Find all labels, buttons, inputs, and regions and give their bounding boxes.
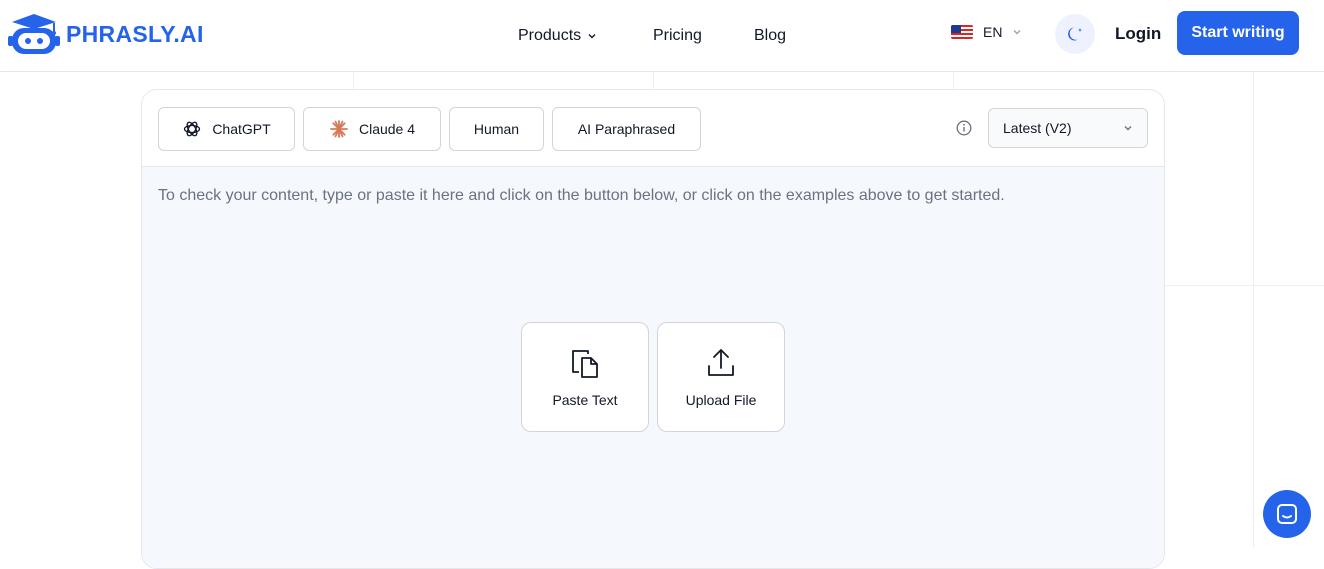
brand-name: PHRASLY.AI — [66, 21, 204, 48]
version-select[interactable]: Latest (V2) — [988, 108, 1148, 148]
language-code: EN — [983, 24, 1002, 40]
sample-ai-paraphrased-button[interactable]: AI Paraphrased — [552, 107, 701, 151]
chevron-down-icon — [1012, 27, 1022, 37]
robot-logo-icon — [8, 12, 60, 56]
chevron-down-icon — [587, 31, 597, 41]
text-input-area[interactable]: To check your content, type or paste it … — [142, 167, 1164, 568]
upload-icon — [704, 346, 738, 380]
chevron-down-icon — [1123, 123, 1133, 133]
sample-chatgpt-button[interactable]: ChatGPT — [158, 107, 295, 151]
sample-ai-paraphrased-label: AI Paraphrased — [578, 121, 675, 137]
nav-blog-label: Blog — [754, 27, 786, 45]
upload-file-label: Upload File — [686, 392, 757, 408]
upload-file-button[interactable]: Upload File — [657, 322, 785, 432]
clipboard-paste-icon — [568, 346, 602, 380]
nav-products[interactable]: Products — [518, 0, 597, 72]
support-chat-button[interactable] — [1263, 490, 1311, 538]
chat-icon — [1275, 502, 1299, 526]
paste-text-button[interactable]: Paste Text — [521, 322, 649, 432]
nav-products-label: Products — [518, 27, 581, 45]
nav-pricing[interactable]: Pricing — [653, 0, 702, 72]
sample-human-button[interactable]: Human — [449, 107, 544, 151]
login-link[interactable]: Login — [1115, 24, 1161, 44]
detector-card: ChatGPT Claude 4 Human AI Paraphrased — [141, 89, 1165, 569]
sample-chatgpt-label: ChatGPT — [212, 121, 270, 137]
nav-pricing-label: Pricing — [653, 27, 702, 45]
sample-human-label: Human — [474, 121, 519, 137]
claude-icon — [329, 119, 349, 139]
openai-icon — [182, 119, 202, 139]
theme-toggle-button[interactable] — [1055, 14, 1095, 54]
sample-claude-label: Claude 4 — [359, 121, 415, 137]
paste-text-label: Paste Text — [552, 392, 617, 408]
sample-claude-button[interactable]: Claude 4 — [303, 107, 441, 151]
editor-placeholder: To check your content, type or paste it … — [158, 187, 1005, 205]
version-select-value: Latest (V2) — [1003, 120, 1071, 136]
language-selector[interactable]: EN — [951, 24, 1022, 40]
brand-logo[interactable]: PHRASLY.AI — [8, 12, 204, 56]
sample-toolbar: ChatGPT Claude 4 Human AI Paraphrased — [142, 90, 1164, 167]
info-icon[interactable] — [956, 120, 972, 136]
nav-blog[interactable]: Blog — [754, 0, 786, 72]
start-writing-button[interactable]: Start writing — [1177, 11, 1299, 55]
moon-icon — [1065, 24, 1085, 44]
site-header: PHRASLY.AI Products Pricing Blog EN Logi… — [0, 0, 1324, 72]
us-flag-icon — [951, 25, 973, 39]
